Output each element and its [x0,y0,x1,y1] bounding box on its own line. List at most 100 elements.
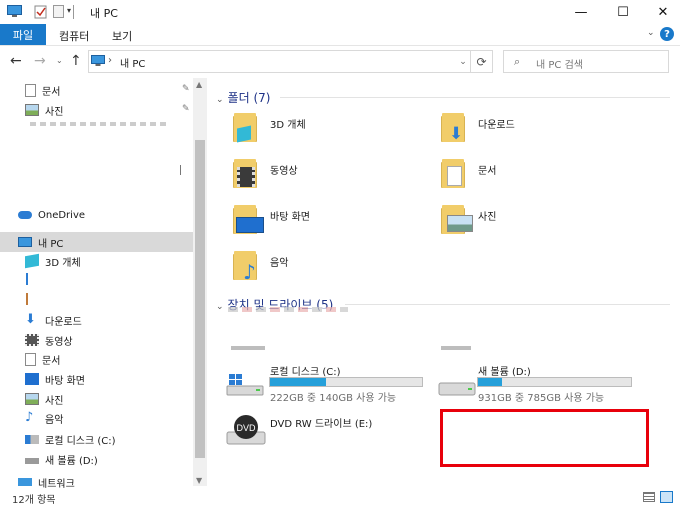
up-button[interactable]: ↑ [70,53,82,69]
tab-view[interactable]: 보기 [112,28,132,44]
drive-usage-fill-d [478,378,503,386]
nav-item-new-volume-d[interactable]: 새 볼륨 (D:) [25,449,98,469]
folder-label-desktop[interactable]: 바탕 화면 [270,208,310,223]
folder-pictures-icon [441,205,473,235]
cloud-icon [18,211,32,219]
address-dropdown-icon[interactable]: ⌄ [455,50,471,73]
drive-icon [438,373,476,400]
red-highlight-box [440,409,649,467]
group-divider [345,304,670,305]
nav-item-label: 내 PC [38,238,64,250]
nav-item-3d-objects[interactable]: 3D 개체 [25,251,81,271]
folder-music-icon: ♪ [233,251,259,284]
folder-desktop-icon [233,205,264,235]
cube-3d-icon [25,253,39,269]
drive-label-e[interactable]: DVD RW 드라이브 (E:) [270,415,372,430]
nav-item-label: 사진 [45,106,64,118]
search-placeholder: 내 PC 검색 [536,60,583,71]
windows-drive-icon [226,373,264,400]
recent-locations-icon[interactable]: ⌄ [56,56,63,65]
collapse-chevron-icon: ⌄ [216,95,224,105]
search-icon: ⌕ [514,55,521,68]
nav-item-onedrive[interactable]: OneDrive [18,205,85,225]
properties-icon[interactable] [34,5,48,19]
nav-item-label: 사진 [45,395,64,407]
folder-label-videos[interactable]: 동영상 [270,162,298,177]
pin-icon: ✎ [182,84,190,94]
nav-item-music[interactable]: ♪ 음악 [25,408,63,428]
nav-item-label: 문서 [42,86,61,98]
drive-info-c: 222GB 중 140GB 사용 가능 [270,393,397,404]
nav-item-pictures-pinned[interactable]: 사진 [25,100,63,120]
svg-text:DVD: DVD [236,423,256,433]
expand-ribbon-icon[interactable]: ⌄ [647,28,655,38]
folder-label-downloads[interactable]: 다운로드 [478,116,515,131]
customize-qa-icon[interactable]: ▾ [67,6,71,15]
pc-icon [7,5,22,18]
item-count: 12개 항목 [12,495,56,506]
drive-label-d[interactable]: 새 볼륨 (D:) [478,363,531,378]
download-arrow-icon: ⬇ [25,312,36,327]
breadcrumb-separator: › [108,55,112,66]
folder-label-documents[interactable]: 문서 [478,162,496,177]
folder-videos-icon [233,159,259,189]
address-bar[interactable] [88,50,471,73]
nav-item-downloads[interactable]: ⬇ 다운로드 [25,310,82,330]
nav-item-documents[interactable]: 문서 [25,349,60,369]
search-input[interactable] [503,50,669,73]
window-title: 내 PC [90,7,118,20]
status-bar [0,488,680,508]
nav-item-videos[interactable]: 동영상 [25,330,73,350]
nav-item-label: 3D 개체 [45,257,81,269]
clipped-drive-label [228,307,348,312]
minimize-button[interactable]: — [558,0,604,24]
forward-button[interactable]: → [34,53,46,69]
pin-icon: ✎ [182,104,190,114]
film-icon [25,334,39,346]
help-icon[interactable]: ? [660,27,674,41]
folder-label-3d-objects[interactable]: 3D 개체 [270,116,306,131]
refresh-button[interactable]: ⟳ [470,50,493,73]
clipped-drive-icon [231,346,265,350]
group-divider [280,97,670,98]
nav-item-label: 바탕 화면 [45,375,85,387]
ribbon [0,24,680,46]
nav-item-pictures[interactable]: 사진 [25,389,63,409]
nav-item-desktop[interactable]: 바탕 화면 [25,369,85,389]
music-note-icon: ♪ [25,410,34,425]
pictures-icon [25,393,39,405]
dvd-drive-icon: DVD [226,414,266,449]
nav-item-documents-pinned[interactable]: 문서 [25,80,60,100]
details-view-icon[interactable] [643,492,655,502]
scroll-down-icon[interactable]: ▼ [196,476,202,485]
pc-icon [18,237,32,247]
nav-item-label: 로컬 디스크 (C:) [45,435,116,447]
new-folder-icon[interactable] [53,5,67,18]
folders-group-header[interactable]: ⌄ 폴더 (7) [216,89,270,106]
folder-label-pictures[interactable]: 사진 [478,208,496,223]
nav-scrollbar-thumb[interactable] [195,140,205,458]
tab-file[interactable]: 파일 [0,24,46,45]
nav-item-label: 문서 [42,355,61,367]
clipped-nav-mark [180,165,184,175]
drive-info-d: 931GB 중 785GB 사용 가능 [478,393,605,404]
back-button[interactable]: ← [10,53,22,69]
drive-label-c[interactable]: 로컬 디스크 (C:) [270,363,341,378]
large-icons-view-icon[interactable] [660,491,673,503]
nav-item-label: 음악 [45,414,64,426]
close-button[interactable]: ✕ [640,0,680,24]
desktop-icon [25,373,39,385]
folder-label-music[interactable]: 음악 [270,254,288,269]
drive-icon [25,458,39,464]
nav-item-label: OneDrive [38,209,86,221]
pictures-icon [25,104,39,116]
nav-item-this-pc[interactable]: 내 PC [18,232,63,252]
nav-item-label: 동영상 [45,336,73,348]
scroll-up-icon[interactable]: ▲ [196,80,202,89]
clipped-nav-icon [26,273,28,285]
tab-computer[interactable]: 컴퓨터 [59,28,89,44]
windows-drive-icon [25,434,39,444]
nav-item-local-disk-c[interactable]: 로컬 디스크 (C:) [25,429,116,449]
clipped-drive-icon [441,346,471,350]
breadcrumb-pc[interactable]: 내 PC [120,55,145,70]
